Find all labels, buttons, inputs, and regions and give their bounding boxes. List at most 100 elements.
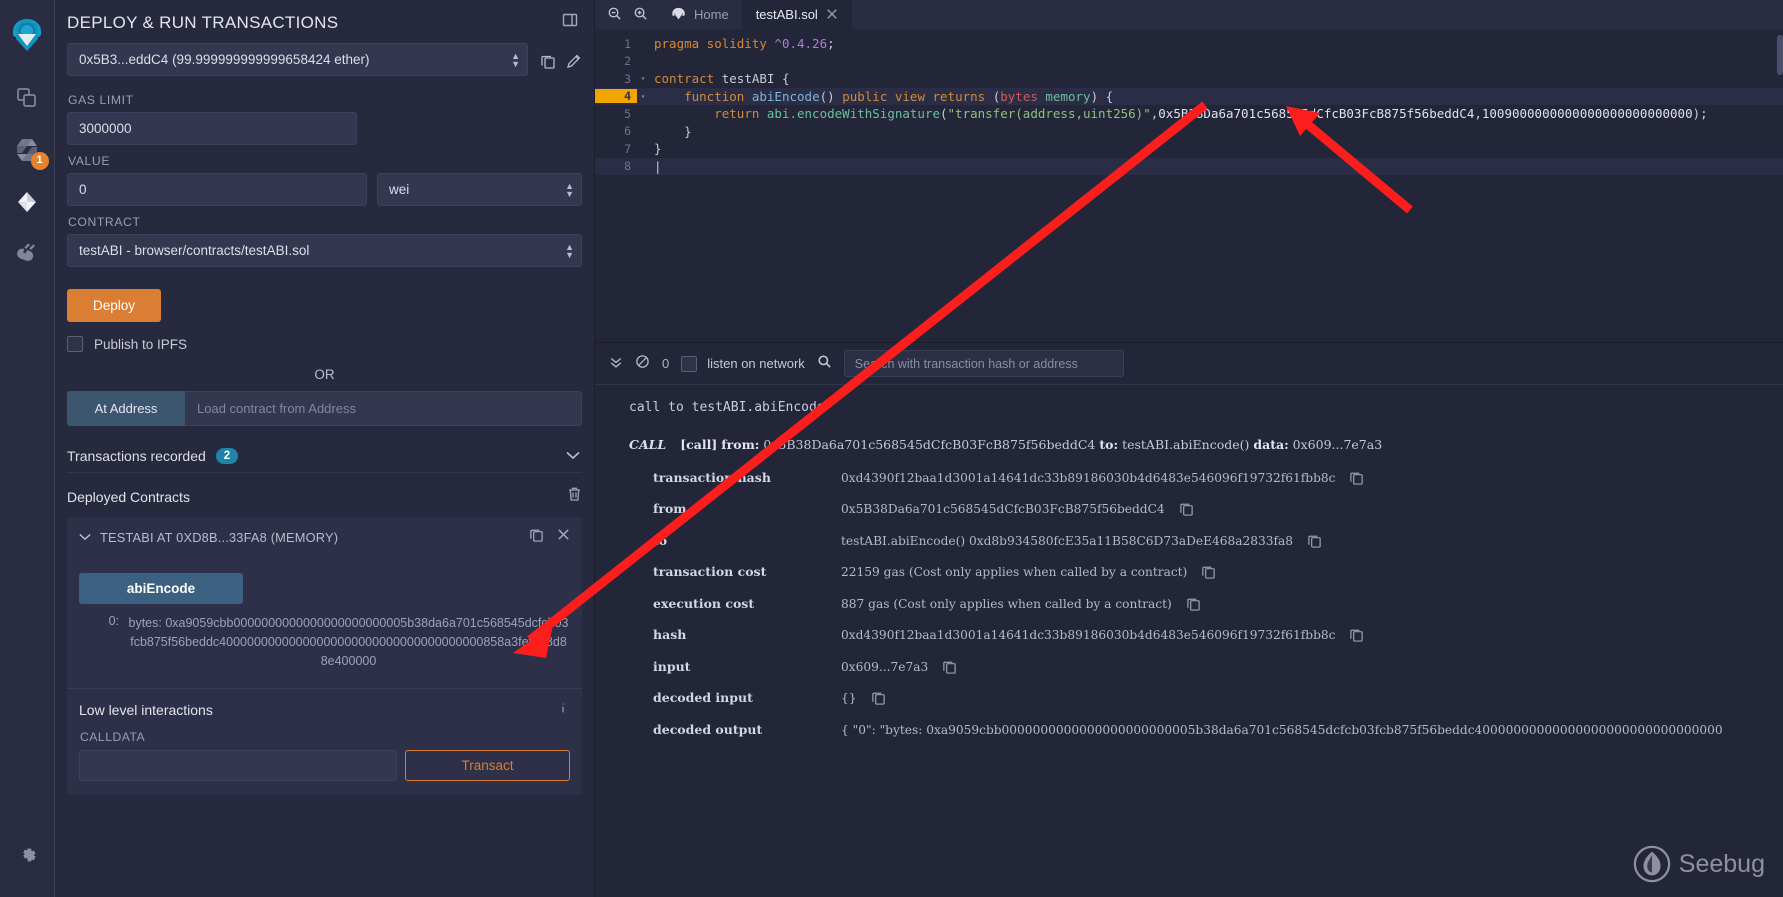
abiencode-function-button[interactable]: abiEncode bbox=[79, 573, 243, 604]
transaction-detail-row: transaction cost22159 gas (Cost only app… bbox=[595, 558, 1783, 589]
tab-testabi-label: testABI.sol bbox=[756, 7, 818, 22]
detail-key: decoded output bbox=[595, 722, 841, 738]
calldata-row: Transact bbox=[79, 750, 570, 781]
code-line: 6 } bbox=[595, 123, 1783, 141]
solidity-compiler-icon[interactable]: 1 bbox=[0, 124, 55, 176]
detail-key: from bbox=[595, 501, 841, 520]
copy-icon[interactable] bbox=[871, 690, 886, 709]
publish-ipfs-checkbox[interactable] bbox=[67, 336, 83, 352]
deployed-contracts-row: Deployed Contracts bbox=[67, 486, 582, 517]
line-code: | bbox=[649, 159, 662, 174]
search-icon[interactable] bbox=[817, 354, 832, 374]
copy-icon[interactable] bbox=[1349, 627, 1364, 646]
tab-testabi-sol[interactable]: testABI.sol bbox=[743, 0, 852, 29]
instance-close-icon[interactable] bbox=[557, 528, 570, 546]
zoom-in-icon[interactable] bbox=[633, 6, 648, 24]
remix-home-logo-icon[interactable] bbox=[0, 4, 55, 72]
contract-select[interactable] bbox=[67, 234, 582, 267]
listen-on-network-checkbox[interactable] bbox=[681, 356, 697, 372]
detail-key: to bbox=[595, 533, 841, 552]
call-to-value: testABI.abiEncode() bbox=[1122, 437, 1249, 452]
panel-header: DEPLOY & RUN TRANSACTIONS bbox=[55, 0, 594, 43]
deployed-instance-card: TESTABI AT 0XD8B...33FA8 (MEMORY) a bbox=[67, 517, 582, 795]
detail-key: execution cost bbox=[595, 596, 841, 615]
plugin-manager-icon[interactable] bbox=[0, 228, 55, 280]
value-unit-wrap: ▲▼ bbox=[377, 173, 582, 206]
page-title: DEPLOY & RUN TRANSACTIONS bbox=[67, 13, 338, 33]
terminal-search-wrap bbox=[817, 350, 1769, 377]
detail-value: testABI.abiEncode() 0xd8b934580fcE35a11B… bbox=[841, 533, 1293, 549]
fold-marker[interactable]: ▾ bbox=[637, 92, 649, 101]
main-area: Home testABI.sol 1 pragma solidity ^0.4.… bbox=[595, 0, 1783, 897]
info-icon[interactable] bbox=[556, 701, 570, 718]
value-amount-input[interactable] bbox=[67, 173, 367, 206]
copy-icon[interactable] bbox=[1179, 501, 1194, 520]
gas-limit-input[interactable] bbox=[67, 112, 357, 145]
edit-icon[interactable] bbox=[566, 53, 582, 74]
at-address-button[interactable]: At Address bbox=[67, 391, 185, 426]
value-unit-select[interactable] bbox=[377, 173, 582, 206]
instance-chevron-down-icon bbox=[79, 533, 91, 541]
calldata-label: CALLDATA bbox=[80, 730, 570, 744]
remix-logo-icon bbox=[671, 7, 686, 22]
transaction-detail-row: from0x5B38Da6a701c568545dCfcB03FcB875f56… bbox=[595, 495, 1783, 526]
line-number: 3 bbox=[595, 72, 637, 86]
trash-icon[interactable] bbox=[567, 486, 582, 507]
transaction-detail-row: transaction hash0xd4390f12baa1d3001a1464… bbox=[595, 464, 1783, 495]
clear-console-icon[interactable] bbox=[635, 354, 650, 373]
file-explorers-icon[interactable] bbox=[0, 72, 55, 124]
function-return-row: 0: bytes: 0xa9059cbb00000000000000000000… bbox=[79, 614, 570, 670]
zoom-out-icon[interactable] bbox=[607, 6, 622, 24]
copy-icon[interactable] bbox=[942, 659, 957, 678]
fold-marker[interactable]: ▾ bbox=[637, 74, 649, 83]
transactions-recorded-left: Transactions recorded 2 bbox=[67, 448, 238, 464]
copy-icon[interactable] bbox=[1307, 533, 1322, 552]
panel-maximize-icon[interactable] bbox=[562, 12, 578, 33]
at-address-input[interactable] bbox=[185, 391, 582, 426]
instance-title: TESTABI AT 0XD8B...33FA8 (MEMORY) bbox=[100, 530, 338, 545]
line-number: 7 bbox=[595, 142, 637, 156]
transact-button[interactable]: Transact bbox=[405, 750, 570, 781]
settings-gear-wrap bbox=[0, 829, 55, 881]
publish-ipfs-label: Publish to IPFS bbox=[94, 337, 187, 352]
code-editor[interactable]: 1 pragma solidity ^0.4.26; 2 3▾ contract… bbox=[595, 29, 1783, 342]
editor-scrollbar[interactable] bbox=[1777, 35, 1783, 75]
publish-ipfs-row: Publish to IPFS bbox=[67, 336, 582, 352]
detail-value-wrap: 22159 gas (Cost only applies when called… bbox=[841, 564, 1783, 583]
low-level-divider bbox=[67, 688, 582, 689]
detail-key: transaction hash bbox=[595, 470, 841, 489]
copy-icon[interactable] bbox=[1349, 470, 1364, 489]
chevrons-down-icon[interactable] bbox=[609, 355, 623, 373]
line-number-active: 4 bbox=[595, 89, 637, 103]
transaction-detail-row: hash0xd4390f12baa1d3001a14641dc33b891860… bbox=[595, 621, 1783, 652]
chevron-down-icon[interactable] bbox=[566, 449, 580, 463]
call-data-value: 0x609...7e7a3 bbox=[1293, 437, 1383, 452]
listen-on-network-row: listen on network bbox=[681, 356, 805, 372]
code-line: 8 | bbox=[595, 158, 1783, 176]
detail-value-wrap: 0x5B38Da6a701c568545dCfcB03FcB875f56bedd… bbox=[841, 501, 1783, 520]
transactions-recorded-row[interactable]: Transactions recorded 2 bbox=[67, 448, 582, 473]
settings-gear-icon[interactable] bbox=[0, 829, 55, 881]
deploy-run-icon[interactable] bbox=[0, 176, 55, 228]
tab-home[interactable]: Home bbox=[658, 0, 743, 29]
or-divider-label: OR bbox=[67, 367, 582, 382]
detail-key: input bbox=[595, 659, 841, 678]
account-select[interactable] bbox=[67, 43, 528, 76]
call-header-row[interactable]: CALL [call] from: 0x5B38Da6a701c568545dC… bbox=[595, 415, 1783, 452]
transactions-recorded-label: Transactions recorded bbox=[67, 448, 206, 464]
gas-limit-label: GAS LIMIT bbox=[68, 93, 582, 107]
instance-title-wrap[interactable]: TESTABI AT 0XD8B...33FA8 (MEMORY) bbox=[79, 530, 338, 545]
copy-icon[interactable] bbox=[1201, 564, 1216, 583]
deploy-button[interactable]: Deploy bbox=[67, 289, 161, 322]
detail-value-wrap: 0xd4390f12baa1d3001a14641dc33b89186030b4… bbox=[841, 470, 1783, 489]
copy-icon[interactable] bbox=[540, 53, 556, 74]
close-icon[interactable] bbox=[826, 7, 838, 23]
line-number: 6 bbox=[595, 124, 637, 138]
transaction-detail-row: decoded output{ "0": "bytes: 0xa9059cbb0… bbox=[595, 716, 1783, 744]
instance-copy-icon[interactable] bbox=[529, 527, 544, 547]
calldata-input[interactable] bbox=[79, 750, 397, 781]
copy-icon[interactable] bbox=[1186, 596, 1201, 615]
detail-value: 887 gas (Cost only applies when called b… bbox=[841, 596, 1172, 612]
terminal-search-input[interactable] bbox=[844, 350, 1124, 377]
value-row: ▲▼ bbox=[67, 173, 582, 206]
